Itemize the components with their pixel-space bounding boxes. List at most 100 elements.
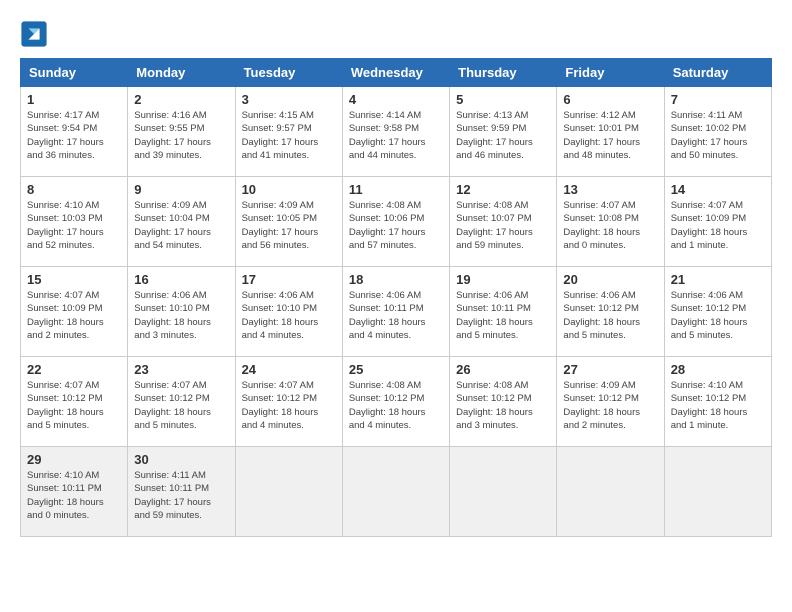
day-number: 9: [134, 182, 228, 197]
calendar-cell: 29 Sunrise: 4:10 AM Sunset: 10:11 PM Dayl…: [21, 447, 128, 537]
day-info: Sunrise: 4:08 AM Sunset: 10:06 PM Daylig…: [349, 199, 443, 252]
day-number: 29: [27, 452, 121, 467]
calendar-cell: 8 Sunrise: 4:10 AM Sunset: 10:03 PM Dayli…: [21, 177, 128, 267]
calendar-cell: 25Sunrise: 4:08 AM Sunset: 10:12 PM Dayl…: [342, 357, 449, 447]
weekday-header-monday: Monday: [128, 59, 235, 87]
calendar-cell: 10Sunrise: 4:09 AM Sunset: 10:05 PM Dayl…: [235, 177, 342, 267]
day-info: Sunrise: 4:13 AM Sunset: 9:59 PM Dayligh…: [456, 109, 550, 162]
weekday-header-sunday: Sunday: [21, 59, 128, 87]
day-info: Sunrise: 4:07 AM Sunset: 10:08 PM Daylig…: [563, 199, 657, 252]
day-number: 22: [27, 362, 121, 377]
weekday-header-row: SundayMondayTuesdayWednesdayThursdayFrid…: [21, 59, 772, 87]
calendar-cell: 21 Sunrise: 4:06 AM Sunset: 10:12 PM Dayl…: [664, 267, 771, 357]
day-info: Sunrise: 4:09 AM Sunset: 10:04 PM Daylig…: [134, 199, 228, 252]
day-number: 11: [349, 182, 443, 197]
day-number: 17: [242, 272, 336, 287]
day-number: 23: [134, 362, 228, 377]
calendar-cell: [342, 447, 449, 537]
calendar-cell: 14Sunrise: 4:07 AM Sunset: 10:09 PM Dayl…: [664, 177, 771, 267]
weekday-header-tuesday: Tuesday: [235, 59, 342, 87]
day-info: Sunrise: 4:07 AM Sunset: 10:12 PM Daylig…: [27, 379, 121, 432]
day-info: Sunrise: 4:07 AM Sunset: 10:12 PM Daylig…: [242, 379, 336, 432]
day-info: Sunrise: 4:11 AM Sunset: 10:02 PM Daylig…: [671, 109, 765, 162]
calendar-week-row: 1Sunrise: 4:17 AM Sunset: 9:54 PM Daylig…: [21, 87, 772, 177]
calendar-table: SundayMondayTuesdayWednesdayThursdayFrid…: [20, 58, 772, 537]
calendar-cell: 1Sunrise: 4:17 AM Sunset: 9:54 PM Daylig…: [21, 87, 128, 177]
day-number: 27: [563, 362, 657, 377]
calendar-cell: 11 Sunrise: 4:08 AM Sunset: 10:06 PM Dayl…: [342, 177, 449, 267]
calendar-cell: 4 Sunrise: 4:14 AM Sunset: 9:58 PM Daylig…: [342, 87, 449, 177]
calendar-cell: 6 Sunrise: 4:12 AM Sunset: 10:01 PM Dayli…: [557, 87, 664, 177]
calendar-cell: 9 Sunrise: 4:09 AM Sunset: 10:04 PM Dayli…: [128, 177, 235, 267]
weekday-header-saturday: Saturday: [664, 59, 771, 87]
day-number: 28: [671, 362, 765, 377]
day-number: 26: [456, 362, 550, 377]
day-info: Sunrise: 4:06 AM Sunset: 10:11 PM Daylig…: [456, 289, 550, 342]
day-info: Sunrise: 4:06 AM Sunset: 10:11 PM Daylig…: [349, 289, 443, 342]
day-info: Sunrise: 4:15 AM Sunset: 9:57 PM Dayligh…: [242, 109, 336, 162]
day-number: 19: [456, 272, 550, 287]
calendar-cell: 24 Sunrise: 4:07 AM Sunset: 10:12 PM Dayl…: [235, 357, 342, 447]
calendar-cell: 13 Sunrise: 4:07 AM Sunset: 10:08 PM Dayl…: [557, 177, 664, 267]
day-number: 15: [27, 272, 121, 287]
day-number: 16: [134, 272, 228, 287]
calendar-cell: 7 Sunrise: 4:11 AM Sunset: 10:02 PM Dayli…: [664, 87, 771, 177]
day-number: 2: [134, 92, 228, 107]
day-number: 3: [242, 92, 336, 107]
calendar-cell: 18 Sunrise: 4:06 AM Sunset: 10:11 PM Dayl…: [342, 267, 449, 357]
calendar-cell: 23 Sunrise: 4:07 AM Sunset: 10:12 PM Dayl…: [128, 357, 235, 447]
day-info: Sunrise: 4:06 AM Sunset: 10:12 PM Daylig…: [671, 289, 765, 342]
day-number: 4: [349, 92, 443, 107]
day-number: 6: [563, 92, 657, 107]
day-number: 30: [134, 452, 228, 467]
calendar-cell: [450, 447, 557, 537]
day-info: Sunrise: 4:06 AM Sunset: 10:10 PM Daylig…: [242, 289, 336, 342]
weekday-header-friday: Friday: [557, 59, 664, 87]
calendar-cell: 5 Sunrise: 4:13 AM Sunset: 9:59 PM Daylig…: [450, 87, 557, 177]
calendar-cell: 30 Sunrise: 4:11 AM Sunset: 10:11 PM Dayl…: [128, 447, 235, 537]
calendar-cell: 26 Sunrise: 4:08 AM Sunset: 10:12 PM Dayl…: [450, 357, 557, 447]
weekday-header-wednesday: Wednesday: [342, 59, 449, 87]
day-number: 8: [27, 182, 121, 197]
calendar-cell: 28Sunrise: 4:10 AM Sunset: 10:12 PM Dayl…: [664, 357, 771, 447]
calendar-cell: 27 Sunrise: 4:09 AM Sunset: 10:12 PM Dayl…: [557, 357, 664, 447]
day-info: Sunrise: 4:09 AM Sunset: 10:12 PM Daylig…: [563, 379, 657, 432]
day-number: 13: [563, 182, 657, 197]
day-number: 18: [349, 272, 443, 287]
calendar-cell: 12Sunrise: 4:08 AM Sunset: 10:07 PM Dayl…: [450, 177, 557, 267]
day-info: Sunrise: 4:08 AM Sunset: 10:12 PM Daylig…: [456, 379, 550, 432]
day-info: Sunrise: 4:08 AM Sunset: 10:12 PM Daylig…: [349, 379, 443, 432]
calendar-week-row: 15Sunrise: 4:07 AM Sunset: 10:09 PM Dayl…: [21, 267, 772, 357]
calendar-cell: 3 Sunrise: 4:15 AM Sunset: 9:57 PM Daylig…: [235, 87, 342, 177]
calendar-cell: [557, 447, 664, 537]
day-info: Sunrise: 4:17 AM Sunset: 9:54 PM Dayligh…: [27, 109, 121, 162]
page-header: [20, 20, 772, 48]
day-number: 5: [456, 92, 550, 107]
calendar-week-row: 8 Sunrise: 4:10 AM Sunset: 10:03 PM Dayli…: [21, 177, 772, 267]
day-number: 24: [242, 362, 336, 377]
logo-icon: [20, 20, 48, 48]
day-info: Sunrise: 4:07 AM Sunset: 10:09 PM Daylig…: [671, 199, 765, 252]
calendar-cell: 15Sunrise: 4:07 AM Sunset: 10:09 PM Dayl…: [21, 267, 128, 357]
day-info: Sunrise: 4:09 AM Sunset: 10:05 PM Daylig…: [242, 199, 336, 252]
calendar-cell: [664, 447, 771, 537]
weekday-header-thursday: Thursday: [450, 59, 557, 87]
day-info: Sunrise: 4:10 AM Sunset: 10:03 PM Daylig…: [27, 199, 121, 252]
calendar-week-row: 29 Sunrise: 4:10 AM Sunset: 10:11 PM Dayl…: [21, 447, 772, 537]
day-info: Sunrise: 4:10 AM Sunset: 10:11 PM Daylig…: [27, 469, 121, 522]
calendar-cell: 22 Sunrise: 4:07 AM Sunset: 10:12 PM Dayl…: [21, 357, 128, 447]
day-number: 7: [671, 92, 765, 107]
logo: [20, 20, 52, 48]
day-info: Sunrise: 4:07 AM Sunset: 10:12 PM Daylig…: [134, 379, 228, 432]
day-info: Sunrise: 4:14 AM Sunset: 9:58 PM Dayligh…: [349, 109, 443, 162]
calendar-cell: 16 Sunrise: 4:06 AM Sunset: 10:10 PM Dayl…: [128, 267, 235, 357]
calendar-week-row: 22 Sunrise: 4:07 AM Sunset: 10:12 PM Dayl…: [21, 357, 772, 447]
day-info: Sunrise: 4:06 AM Sunset: 10:12 PM Daylig…: [563, 289, 657, 342]
day-info: Sunrise: 4:06 AM Sunset: 10:10 PM Daylig…: [134, 289, 228, 342]
calendar-cell: 19 Sunrise: 4:06 AM Sunset: 10:11 PM Dayl…: [450, 267, 557, 357]
day-info: Sunrise: 4:11 AM Sunset: 10:11 PM Daylig…: [134, 469, 228, 522]
day-info: Sunrise: 4:12 AM Sunset: 10:01 PM Daylig…: [563, 109, 657, 162]
calendar-cell: 2Sunrise: 4:16 AM Sunset: 9:55 PM Daylig…: [128, 87, 235, 177]
day-number: 21: [671, 272, 765, 287]
calendar-cell: 20Sunrise: 4:06 AM Sunset: 10:12 PM Dayl…: [557, 267, 664, 357]
